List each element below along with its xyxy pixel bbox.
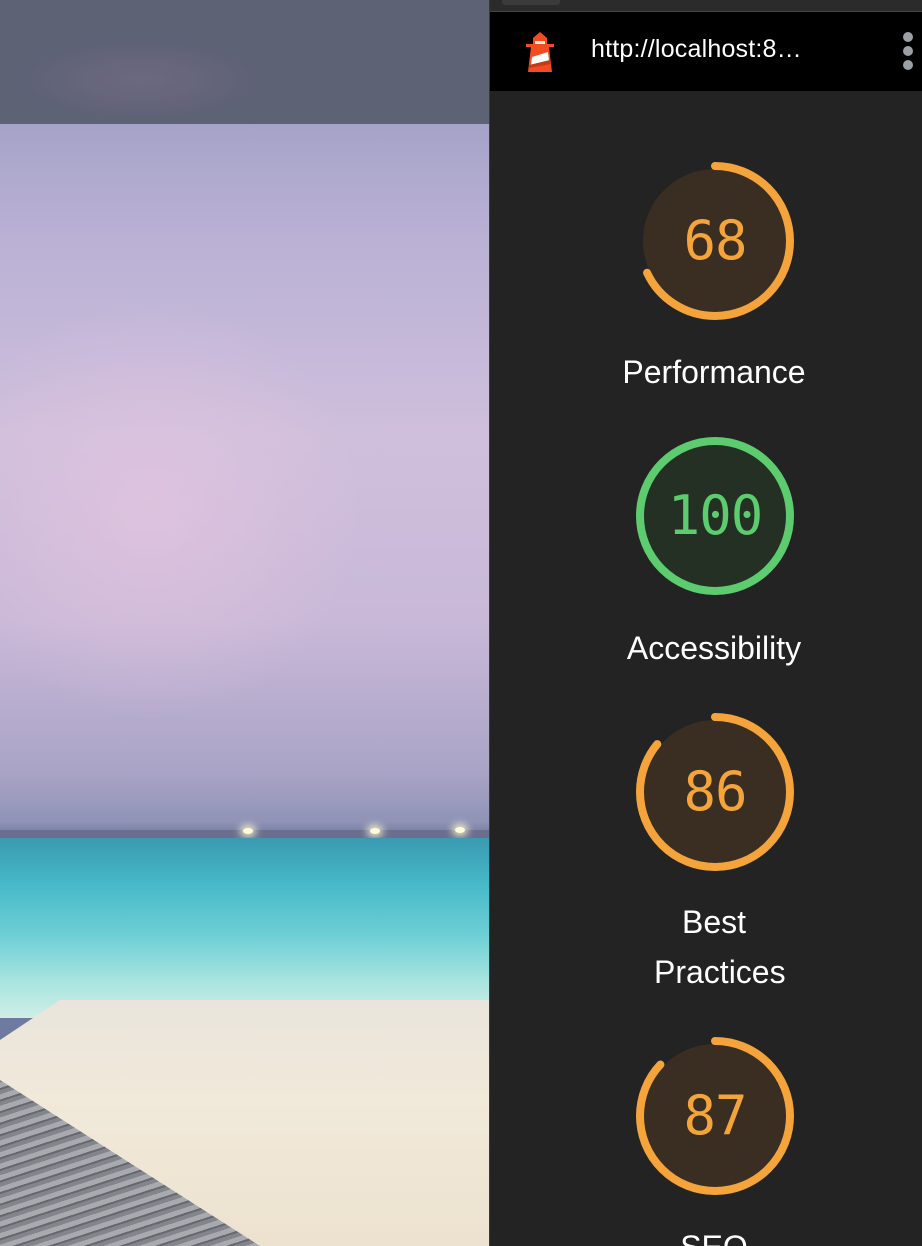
score-value: 68 (683, 209, 747, 272)
category-label-seo: SEO (574, 1222, 854, 1246)
sky-glow (0, 300, 360, 720)
lighthouse-panel: http://localhost:8… 68 Performance 100 A… (489, 0, 922, 1246)
gauge-seo[interactable]: 87 (634, 1035, 796, 1197)
horizon-light (243, 828, 253, 834)
page-header-overlay (0, 0, 489, 124)
score-value: 86 (683, 760, 747, 823)
report-toolbar: http://localhost:8… (490, 12, 922, 91)
category-label-performance: Performance (622, 354, 806, 390)
cloud (20, 40, 260, 120)
gauge-performance[interactable]: 68 (634, 160, 796, 322)
gauge-best-practices[interactable]: 86 (634, 711, 796, 873)
devtools-tab[interactable] (502, 0, 560, 5)
lighthouse-icon (526, 32, 554, 72)
category-label-accessibility: Accessibility (626, 630, 802, 666)
page-preview (0, 0, 489, 1246)
horizon-light (370, 828, 380, 834)
more-vertical-icon[interactable] (903, 32, 922, 74)
devtools-tab-strip (490, 0, 922, 12)
score-value: 100 (667, 484, 764, 547)
horizon-light (455, 827, 465, 833)
sea (0, 838, 489, 1018)
score-value: 87 (683, 1084, 747, 1147)
gauge-accessibility[interactable]: 100 (634, 435, 796, 597)
category-label-best-practices: Best Practices (654, 904, 786, 990)
report-url: http://localhost:8… (591, 35, 802, 63)
